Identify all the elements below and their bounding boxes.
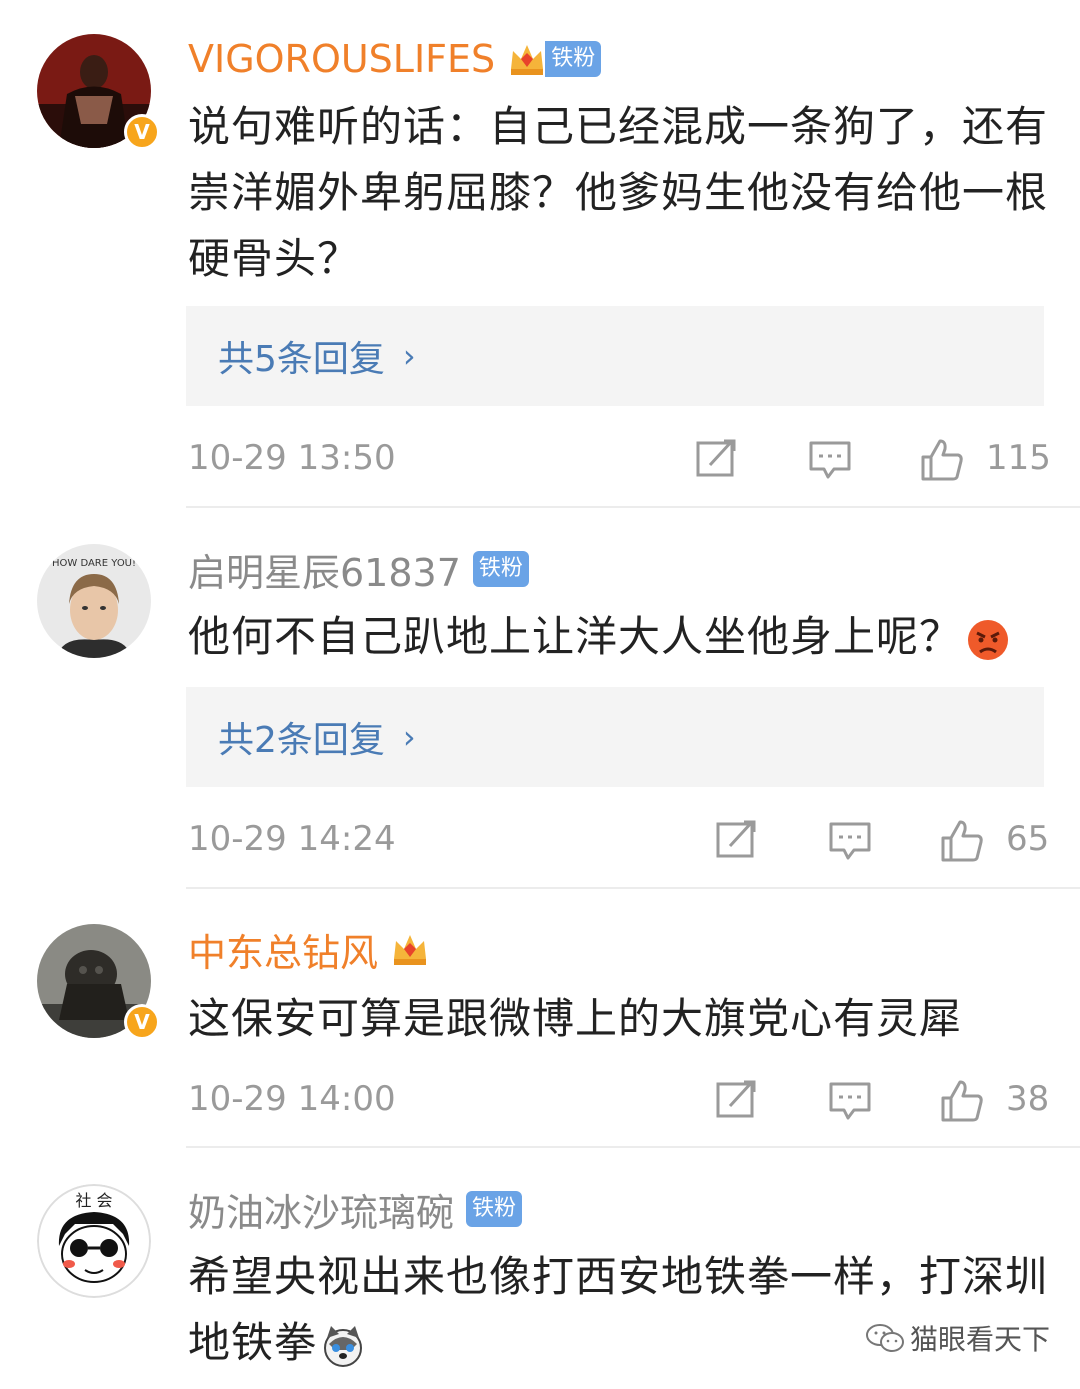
like-icon[interactable] — [940, 1078, 984, 1122]
like-count: 65 — [1006, 819, 1050, 859]
timestamp: 10-29 14:24 — [188, 819, 396, 859]
replies-label: 共2条回复 — [218, 720, 385, 761]
comment-icon[interactable] — [828, 818, 872, 862]
crown-level-icon — [394, 935, 427, 965]
like-icon[interactable] — [940, 818, 984, 862]
repost-icon[interactable] — [714, 818, 758, 862]
repost-icon[interactable] — [694, 437, 738, 481]
comment-icon[interactable] — [808, 437, 852, 481]
verified-icon: V — [124, 114, 160, 150]
svg-text:社 会: 社 会 — [75, 1191, 112, 1210]
username[interactable]: 奶油冰沙琉璃碗 — [188, 1182, 454, 1237]
timestamp: 10-29 14:00 — [188, 1079, 396, 1119]
comment-list: V VIGOROUSLIFES 铁粉 说句难听的话：自己已经混成一条狗了，还有崇… — [0, 0, 1080, 1389]
username[interactable]: 启明星辰61837 — [188, 542, 461, 597]
angry-face-emoji-icon — [968, 619, 1009, 660]
avatar[interactable]: 社 会 — [37, 1184, 151, 1298]
divider — [186, 506, 1080, 508]
verified-icon: V — [124, 1004, 160, 1040]
svg-text:HOW DARE YOU!: HOW DARE YOU! — [52, 558, 136, 569]
divider — [186, 1146, 1080, 1148]
fan-badge: 铁粉 — [472, 551, 529, 587]
comment-icon[interactable] — [828, 1078, 872, 1122]
watermark: 猫眼看天下 — [865, 1318, 1050, 1358]
repost-icon[interactable] — [714, 1078, 758, 1122]
comment-text: 他何不自己趴地上让洋大人坐他身上呢？ — [188, 604, 1048, 670]
like-count: 38 — [1006, 1079, 1050, 1119]
wechat-icon — [865, 1324, 904, 1352]
chevron-right-icon: › — [402, 718, 416, 756]
avatar[interactable]: V — [37, 924, 160, 1040]
comment-text: 说句难听的话：自己已经混成一条狗了，还有崇洋媚外卑躬屈膝？他爹妈生他没有给他一根… — [188, 102, 1049, 283]
divider — [186, 887, 1080, 889]
username[interactable]: VIGOROUSLIFES — [188, 37, 495, 81]
comment-text-content: 他何不自己趴地上让洋大人坐他身上呢？ — [188, 612, 963, 661]
timestamp: 10-29 13:50 — [188, 438, 396, 478]
avatar[interactable]: HOW DARE YOU! — [37, 544, 151, 658]
fan-badge: 铁粉 — [545, 41, 602, 77]
replies-button[interactable]: 共5条回复 › — [186, 306, 1044, 406]
like-count: 115 — [986, 438, 1051, 478]
username[interactable]: 中东总钻风 — [188, 922, 378, 977]
comment-text: 这保安可算是跟微博上的大旗党心有灵犀 — [188, 994, 963, 1043]
like-icon[interactable] — [920, 437, 964, 481]
crown-level-icon — [511, 45, 544, 75]
replies-label: 共5条回复 — [218, 339, 385, 380]
replies-button[interactable]: 共2条回复 › — [186, 687, 1044, 787]
avatar[interactable]: V — [37, 34, 160, 150]
husky-dog-emoji-icon — [324, 1325, 363, 1367]
watermark-text: 猫眼看天下 — [909, 1323, 1050, 1356]
chevron-right-icon: › — [402, 337, 416, 375]
fan-badge: 铁粉 — [466, 1191, 523, 1227]
